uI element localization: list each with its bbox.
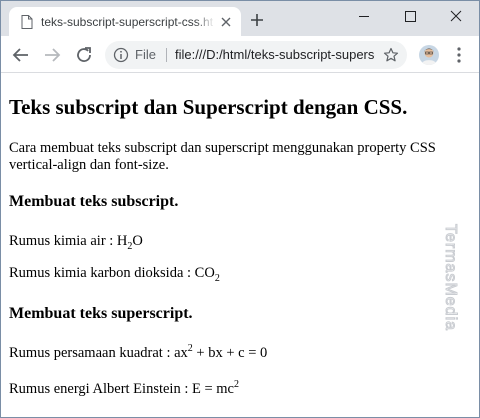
superscript-2: 2 — [233, 379, 239, 390]
watermark-text: TermasMedia — [442, 224, 460, 332]
co2-formula-line: Rumus kimia karbon dioksida : CO2 — [9, 265, 220, 284]
tab-strip: teks-subscript-superscript-css.html — [1, 1, 479, 36]
water-formula-line: Rumus kimia air : H2O — [9, 233, 143, 252]
window-close-icon[interactable] — [433, 1, 479, 31]
more-vert-icon[interactable] — [451, 45, 467, 65]
reload-icon[interactable] — [73, 44, 95, 66]
browser-window: teks-subscript-superscript-css.html File… — [0, 0, 480, 418]
page-content: Teks subscript dan Superscript dengan CS… — [1, 74, 479, 417]
maximize-icon[interactable] — [387, 1, 433, 31]
intro-paragraph: Cara membuat teks subscript dan superscr… — [9, 140, 436, 173]
forward-arrow-icon[interactable] — [41, 44, 63, 66]
file-icon — [21, 15, 33, 29]
bookmark-star-icon[interactable] — [383, 47, 399, 63]
info-icon[interactable] — [113, 47, 129, 63]
toolbar: File file:///D:/html/teks-subscript-supe… — [1, 36, 479, 73]
close-icon[interactable] — [220, 16, 232, 28]
einstein-formula-line: Rumus energi Albert Einstein : E = mc2 — [9, 379, 239, 398]
divider — [166, 48, 167, 62]
subscript-heading: Membuat teks subscript. — [9, 193, 179, 210]
page-title: Teks subscript dan Superscript dengan CS… — [9, 95, 408, 119]
watermark: TermasMedia — [429, 224, 469, 364]
avatar[interactable] — [419, 45, 439, 65]
subscript-2: 2 — [214, 273, 220, 284]
address-bar[interactable]: File file:///D:/html/teks-subscript-supe… — [105, 41, 407, 69]
url-text[interactable]: file:///D:/html/teks-subscript-superscri… — [175, 47, 375, 63]
back-arrow-icon[interactable] — [10, 44, 32, 66]
superscript-heading: Membuat teks superscript. — [9, 305, 193, 322]
tab-title: teks-subscript-superscript-css.html — [41, 15, 213, 29]
scheme-label: File — [135, 47, 156, 62]
tab-active[interactable]: teks-subscript-superscript-css.html — [9, 7, 241, 36]
quadratic-formula-line: Rumus persamaan kuadrat : ax2 + bx + c =… — [9, 343, 268, 362]
new-tab-icon[interactable] — [249, 12, 265, 28]
minimize-icon[interactable] — [341, 1, 387, 31]
